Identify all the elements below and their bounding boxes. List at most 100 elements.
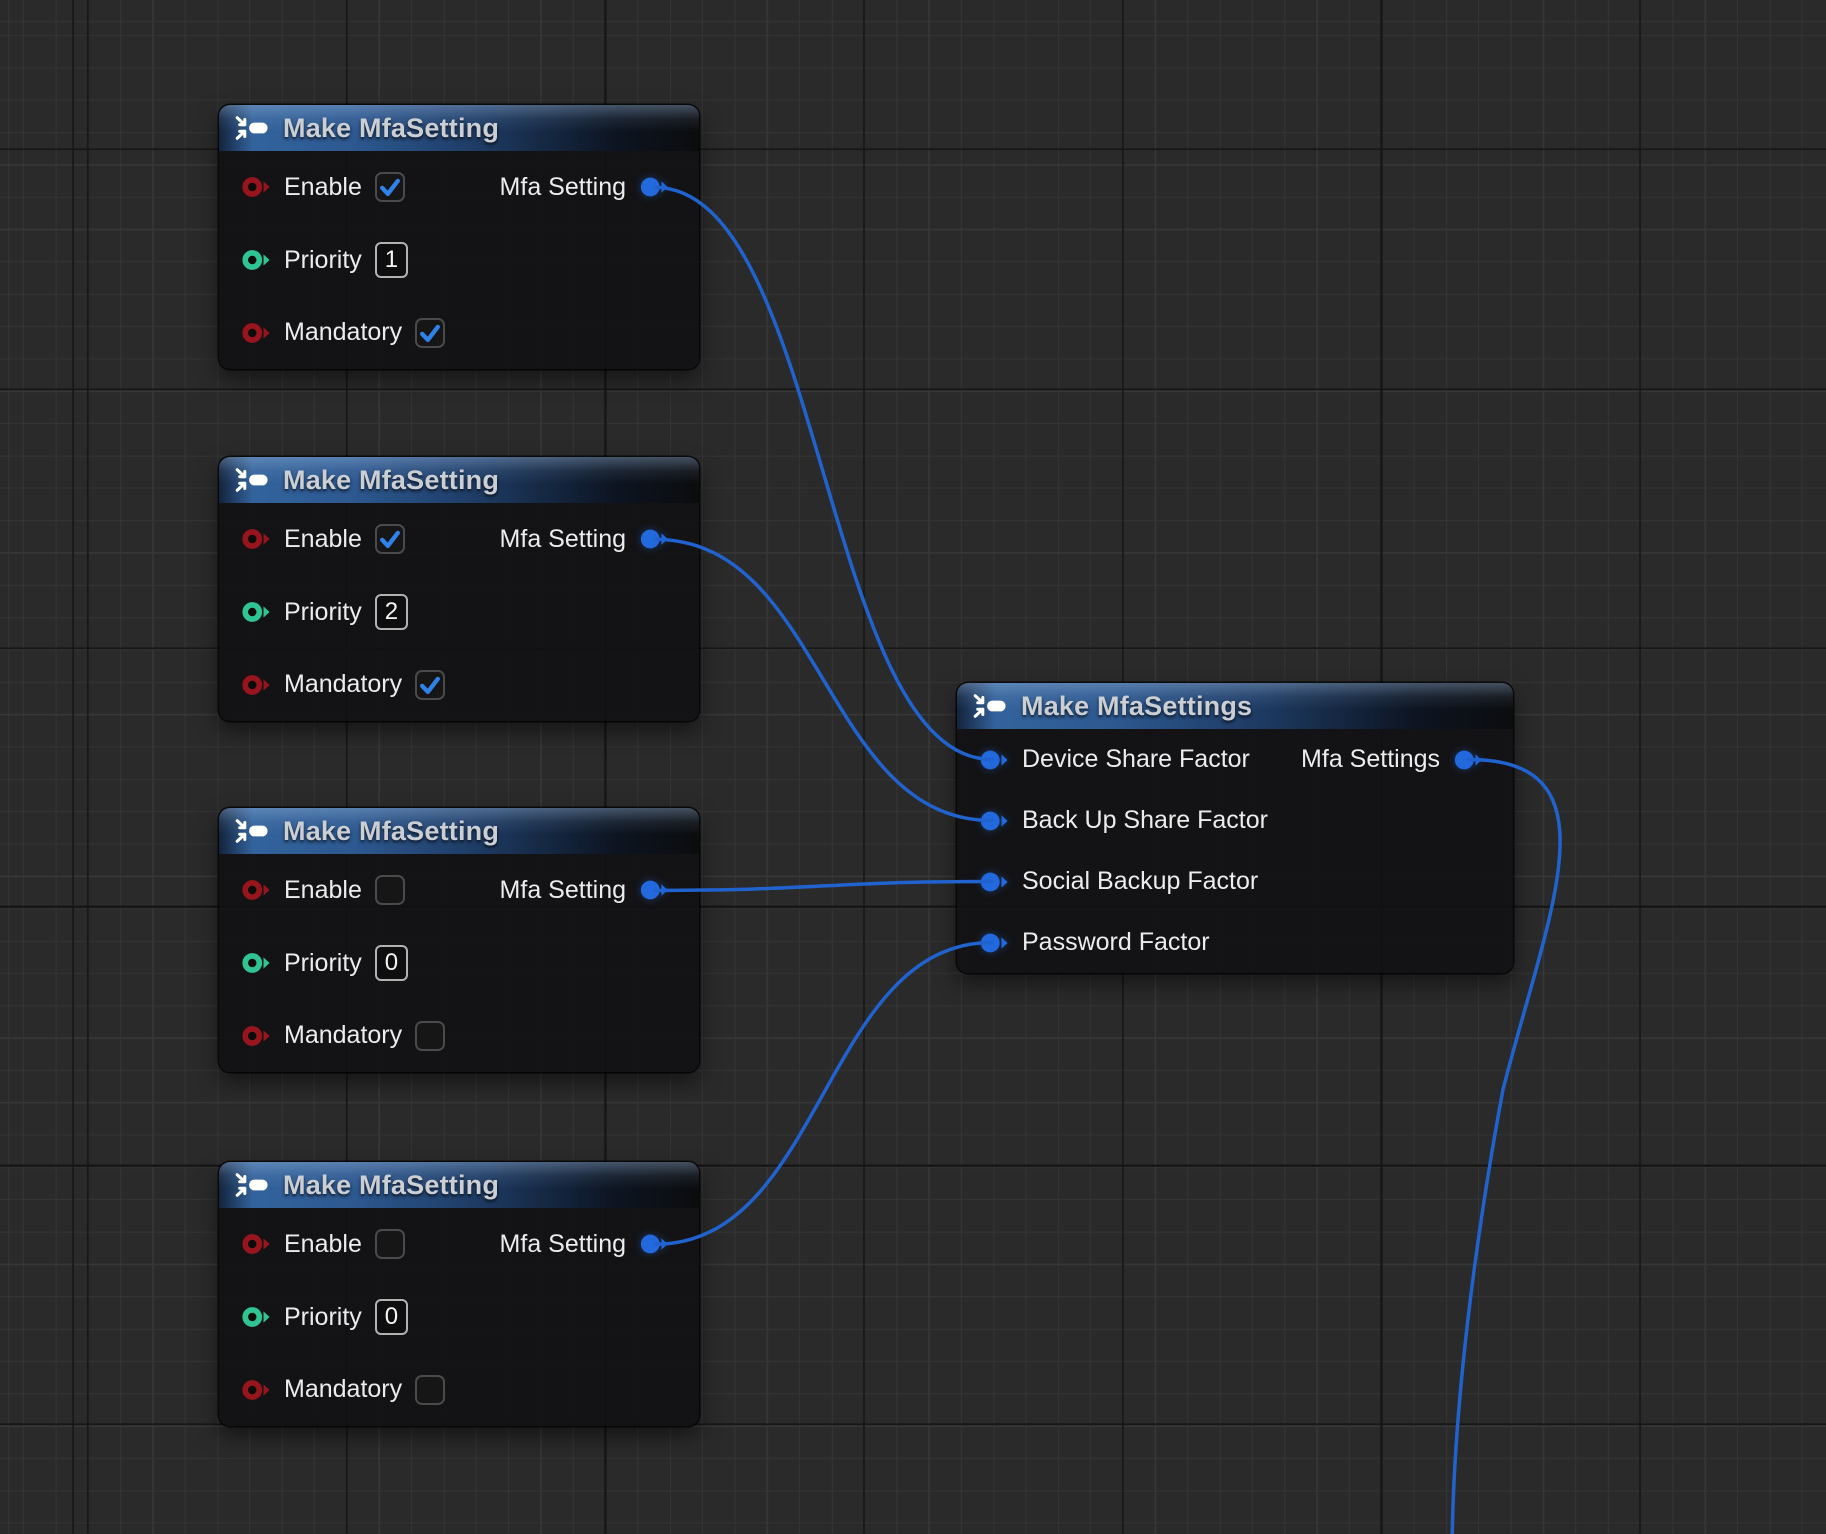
blueprint-graph-canvas[interactable]: Make MfaSettingEnablePriority1MandatoryM… bbox=[0, 0, 1826, 1534]
mandatory-checkbox[interactable] bbox=[415, 318, 445, 348]
pin-label: Priority bbox=[284, 949, 362, 978]
node-make-mfasetting-3[interactable]: Make MfaSetting Enable Priority 0 Mandatory M… bbox=[219, 1162, 699, 1426]
enable-checkbox[interactable] bbox=[375, 875, 405, 905]
mandatory-input-pin[interactable] bbox=[241, 1024, 271, 1048]
priority-value-field[interactable]: 1 bbox=[375, 242, 408, 278]
row-mfa-setting: Mfa Setting bbox=[500, 1222, 669, 1266]
row-mfa-setting: Mfa Setting bbox=[500, 165, 669, 209]
pin-label: Social Backup Factor bbox=[1022, 867, 1258, 896]
row-mfa-setting: Mfa Setting bbox=[500, 517, 669, 561]
row-enable: Enable bbox=[241, 165, 405, 209]
row-mandatory: Mandatory bbox=[241, 311, 445, 355]
wire-mfa-setting-to-social-backup-factor bbox=[655, 882, 992, 891]
row-priority: Priority 2 bbox=[241, 590, 408, 634]
mfa-setting-output-pin[interactable] bbox=[639, 878, 669, 902]
social-backup-factor-input-pin[interactable] bbox=[979, 870, 1009, 894]
row-back-up-share-factor: Back Up Share Factor bbox=[979, 799, 1268, 843]
row-social-backup-factor: Social Backup Factor bbox=[979, 860, 1258, 904]
priority-input-pin[interactable] bbox=[241, 248, 271, 272]
row-password-factor: Password Factor bbox=[979, 921, 1210, 965]
enable-checkbox[interactable] bbox=[375, 172, 405, 202]
pin-label: Mfa Setting bbox=[500, 1230, 626, 1259]
pin-label: Mfa Setting bbox=[500, 876, 626, 905]
row-mfa-setting: Mfa Setting bbox=[500, 868, 669, 912]
row-mfa-settings: Mfa Settings bbox=[1301, 738, 1483, 782]
row-mandatory: Mandatory bbox=[241, 1014, 445, 1058]
row-priority: Priority 0 bbox=[241, 1295, 408, 1339]
row-enable: Enable bbox=[241, 868, 405, 912]
wire-mfa-setting-to-password-factor bbox=[655, 943, 992, 1245]
pin-label: Password Factor bbox=[1022, 928, 1210, 957]
password-factor-input-pin[interactable] bbox=[979, 931, 1009, 955]
pin-label: Mandatory bbox=[284, 1021, 402, 1050]
mfa-setting-output-pin[interactable] bbox=[639, 175, 669, 199]
pin-label: Priority bbox=[284, 1303, 362, 1332]
node-header[interactable]: Make MfaSetting bbox=[219, 808, 699, 854]
mfa-settings-output-pin[interactable] bbox=[1453, 748, 1483, 772]
priority-value-field[interactable]: 0 bbox=[375, 1299, 408, 1335]
enable-input-pin[interactable] bbox=[241, 878, 271, 902]
pin-label: Back Up Share Factor bbox=[1022, 806, 1268, 835]
node-header[interactable]: Make MfaSetting bbox=[219, 457, 699, 503]
make-struct-icon bbox=[234, 1172, 274, 1198]
make-struct-icon bbox=[234, 115, 274, 141]
row-enable: Enable bbox=[241, 517, 405, 561]
mandatory-checkbox[interactable] bbox=[415, 1021, 445, 1051]
enable-input-pin[interactable] bbox=[241, 1232, 271, 1256]
node-make-mfasetting-2[interactable]: Make MfaSetting Enable Priority 0 Mandatory M… bbox=[219, 808, 699, 1072]
mandatory-input-pin[interactable] bbox=[241, 673, 271, 697]
node-title: Make MfaSettings bbox=[1021, 691, 1252, 722]
pin-label: Priority bbox=[284, 246, 362, 275]
pin-label: Mandatory bbox=[284, 1375, 402, 1404]
node-header[interactable]: Make MfaSettings bbox=[957, 683, 1513, 729]
pin-label: Device Share Factor bbox=[1022, 745, 1250, 774]
enable-checkbox[interactable] bbox=[375, 524, 405, 554]
enable-input-pin[interactable] bbox=[241, 175, 271, 199]
pin-label: Mfa Settings bbox=[1301, 745, 1440, 774]
make-struct-icon bbox=[234, 467, 274, 493]
pin-label: Enable bbox=[284, 525, 362, 554]
mfa-setting-output-pin[interactable] bbox=[639, 1232, 669, 1256]
make-struct-icon bbox=[234, 818, 274, 844]
pin-label: Priority bbox=[284, 598, 362, 627]
row-priority: Priority 1 bbox=[241, 238, 408, 282]
priority-input-pin[interactable] bbox=[241, 951, 271, 975]
node-title: Make MfaSetting bbox=[283, 465, 499, 496]
row-enable: Enable bbox=[241, 1222, 405, 1266]
node-make-mfasettings-4[interactable]: Make MfaSettings Device Share Factor Back … bbox=[957, 683, 1513, 973]
enable-input-pin[interactable] bbox=[241, 527, 271, 551]
make-struct-icon bbox=[972, 693, 1012, 719]
priority-input-pin[interactable] bbox=[241, 600, 271, 624]
pin-label: Mfa Setting bbox=[500, 173, 626, 202]
node-title: Make MfaSetting bbox=[283, 1170, 499, 1201]
row-priority: Priority 0 bbox=[241, 941, 408, 985]
back-up-share-factor-input-pin[interactable] bbox=[979, 809, 1009, 833]
pin-label: Enable bbox=[284, 876, 362, 905]
node-make-mfasetting-0[interactable]: Make MfaSetting Enable Priority 1 Mandatory M… bbox=[219, 105, 699, 369]
enable-checkbox[interactable] bbox=[375, 1229, 405, 1259]
pin-label: Mandatory bbox=[284, 318, 402, 347]
node-title: Make MfaSetting bbox=[283, 113, 499, 144]
priority-input-pin[interactable] bbox=[241, 1305, 271, 1329]
row-mandatory: Mandatory bbox=[241, 1368, 445, 1412]
node-header[interactable]: Make MfaSetting bbox=[219, 105, 699, 151]
mandatory-checkbox[interactable] bbox=[415, 670, 445, 700]
priority-value-field[interactable]: 0 bbox=[375, 945, 408, 981]
node-title: Make MfaSetting bbox=[283, 816, 499, 847]
pin-label: Enable bbox=[284, 173, 362, 202]
wire-mfa-setting-to-device-share-factor bbox=[655, 187, 992, 759]
mandatory-checkbox[interactable] bbox=[415, 1375, 445, 1405]
row-device-share-factor: Device Share Factor bbox=[979, 738, 1250, 782]
mandatory-input-pin[interactable] bbox=[241, 1378, 271, 1402]
mandatory-input-pin[interactable] bbox=[241, 321, 271, 345]
pin-label: Mfa Setting bbox=[500, 525, 626, 554]
wire-mfa-setting-to-back-up-share-factor bbox=[655, 539, 992, 820]
device-share-factor-input-pin[interactable] bbox=[979, 748, 1009, 772]
node-make-mfasetting-1[interactable]: Make MfaSetting Enable Priority 2 Mandatory M… bbox=[219, 457, 699, 721]
priority-value-field[interactable]: 2 bbox=[375, 594, 408, 630]
row-mandatory: Mandatory bbox=[241, 663, 445, 707]
node-header[interactable]: Make MfaSetting bbox=[219, 1162, 699, 1208]
pin-label: Enable bbox=[284, 1230, 362, 1259]
mfa-setting-output-pin[interactable] bbox=[639, 527, 669, 551]
pin-label: Mandatory bbox=[284, 670, 402, 699]
